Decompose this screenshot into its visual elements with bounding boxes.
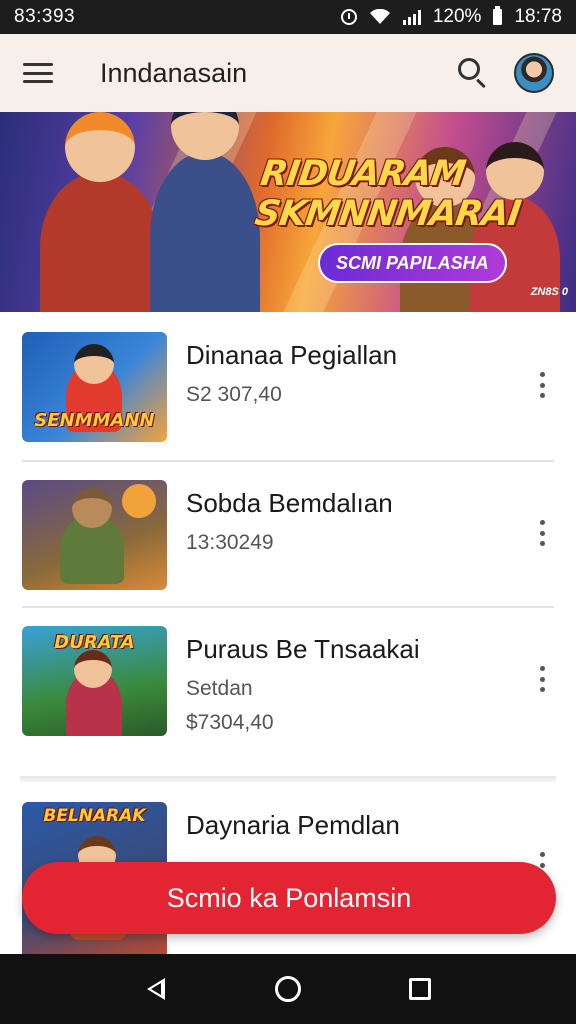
battery-icon	[493, 6, 503, 25]
status-time-left: 83:393	[14, 6, 76, 27]
battery-text: 120%	[432, 6, 482, 27]
primary-action-button[interactable]: Scmio ka Ponlamsin	[22, 862, 556, 934]
game-name: Puraus Be Tnsaakai	[186, 634, 420, 664]
game-thumbnail: SENMMANN	[22, 332, 167, 442]
app-title: Inndanasain	[100, 57, 248, 88]
more-options-icon[interactable]	[534, 520, 550, 546]
more-options-icon[interactable]	[534, 666, 550, 692]
thumb-logo: DURATA	[54, 632, 135, 653]
banner-title: RIDUARAM SKMNNMARAI	[252, 154, 528, 234]
list-item[interactable]: Sobda Bemdalıan 13:30249	[0, 460, 576, 606]
banner-pill[interactable]: SCMI PAPILASHA	[318, 243, 507, 283]
menu-icon[interactable]	[22, 60, 54, 86]
more-options-icon[interactable]	[534, 372, 550, 398]
recents-icon[interactable]	[398, 967, 442, 1011]
screen: 83:393 120% 18:78 Inndanasain RIDUARAM S…	[0, 0, 576, 1024]
banner-hero-center	[150, 112, 260, 312]
game-info: Dinanaa Pegiallan S2 307,40	[186, 340, 506, 407]
list-item[interactable]: SENMMANN Dinanaa Pegiallan S2 307,40	[0, 312, 576, 458]
search-icon[interactable]	[452, 53, 492, 93]
banner-corner-tag: ZN8S 0	[530, 286, 568, 298]
game-info: Puraus Be Tnsaakai Setdan $7304,40	[186, 634, 506, 735]
back-icon[interactable]	[134, 967, 178, 1011]
avatar[interactable]	[514, 53, 554, 93]
wifi-icon	[369, 9, 391, 25]
status-icons: 120% 18:78	[340, 6, 562, 28]
banner-hero-left	[40, 112, 160, 312]
signal-icon	[402, 9, 421, 25]
status-clock: 18:78	[514, 6, 562, 27]
game-name: Dinanaa Pegiallan	[186, 340, 398, 370]
game-subtitle: Setdan	[186, 677, 253, 700]
alarm-icon	[340, 9, 357, 25]
game-info: Sobda Bemdalıan 13:30249	[186, 488, 506, 555]
game-name: Sobda Bemdalıan	[186, 488, 393, 518]
game-info: Daynaria Pemdlan	[186, 810, 506, 841]
banner-title-line1: RIDUARAM	[258, 154, 468, 194]
status-bar: 83:393 120% 18:78	[0, 0, 576, 34]
home-icon[interactable]	[266, 967, 310, 1011]
thumb-logo: BELNARAK	[43, 806, 146, 826]
game-thumbnail	[22, 480, 167, 590]
banner-title-line2: SKMNNMARAI	[252, 194, 523, 234]
game-list: SENMMANN Dinanaa Pegiallan S2 307,40 Sob…	[0, 312, 576, 954]
list-item[interactable]: DURATA Puraus Be Tnsaakai Setdan $7304,4…	[0, 606, 576, 776]
system-nav-bar	[0, 954, 576, 1024]
app-bar: Inndanasain	[0, 34, 576, 112]
game-thumbnail: DURATA	[22, 626, 167, 736]
game-price: 13:30249	[186, 531, 274, 554]
game-price: $7304,40	[186, 711, 274, 734]
game-price: S2 307,40	[186, 383, 282, 406]
thumb-logo: SENMMANN	[34, 410, 155, 431]
game-name: Daynaria Pemdlan	[186, 810, 400, 840]
